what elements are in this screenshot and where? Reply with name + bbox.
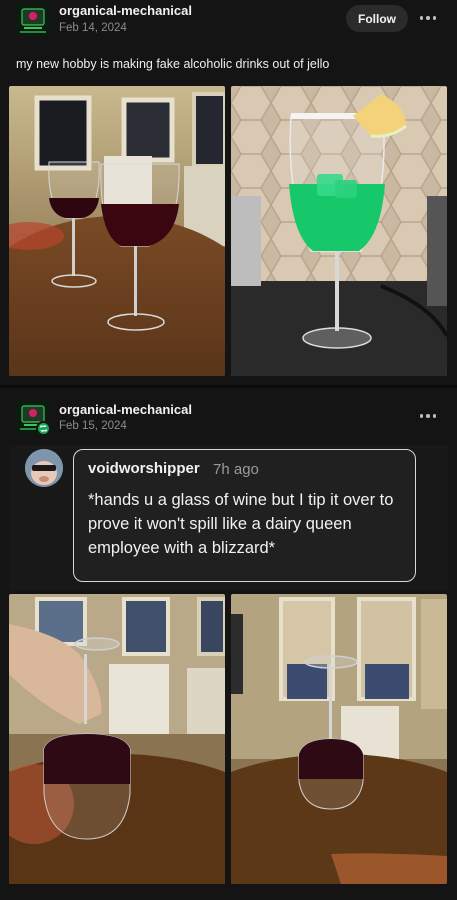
- post-date[interactable]: Feb 15, 2024: [59, 420, 127, 432]
- blog-avatar[interactable]: [16, 3, 50, 37]
- follow-button[interactable]: Follow: [346, 5, 408, 32]
- avatar-computer-icon: [16, 3, 50, 37]
- tweet-time: 7h ago: [213, 461, 259, 478]
- blog-name[interactable]: organical-mechanical: [59, 402, 192, 417]
- photo-upside-down-glass[interactable]: [231, 594, 447, 884]
- tweet-username: voidworshipper: [88, 460, 200, 477]
- tweet-user-avatar: [25, 449, 63, 487]
- reblog-icon: [36, 421, 51, 436]
- photo-wine-glasses[interactable]: [9, 86, 225, 376]
- tweet-card: voidworshipper 7h ago *hands u a glass o…: [73, 449, 416, 582]
- photo-hand-tipping-glass[interactable]: [9, 594, 225, 884]
- tweet-text: *hands u a glass of wine but I tip it ov…: [88, 491, 394, 557]
- photo-green-jello-drink[interactable]: [231, 86, 447, 376]
- post-card-1: organical-mechanical Feb 14, 2024 Follow…: [0, 0, 457, 385]
- post-date[interactable]: Feb 14, 2024: [59, 22, 127, 34]
- post-caption: my new hobby is making fake alcoholic dr…: [16, 57, 330, 71]
- blog-name[interactable]: organical-mechanical: [59, 3, 192, 18]
- more-options-icon[interactable]: [414, 8, 442, 28]
- more-options-icon[interactable]: [414, 406, 442, 426]
